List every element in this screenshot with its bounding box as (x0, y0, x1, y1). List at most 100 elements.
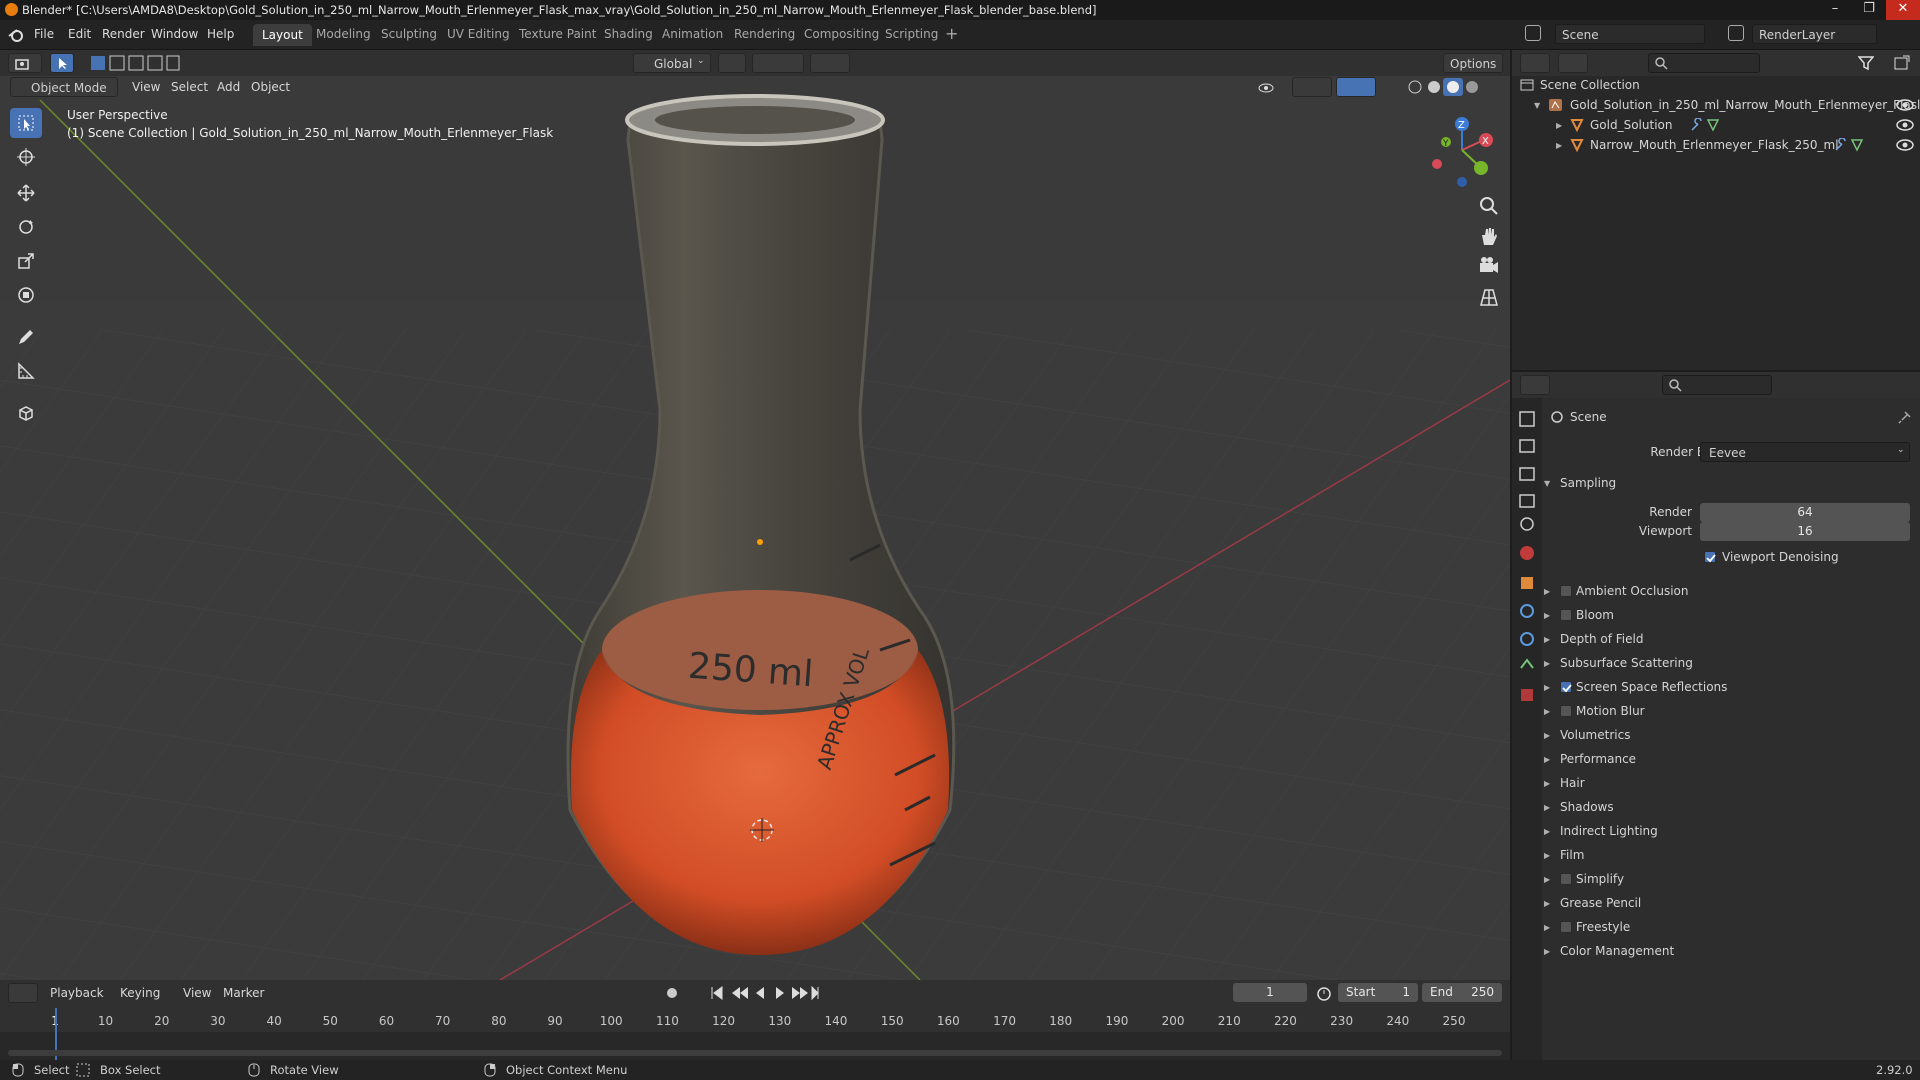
tab-scripting[interactable]: Scripting (885, 27, 938, 41)
timeline-scrollbar[interactable] (8, 1050, 1502, 1056)
panel-enable-checkbox[interactable] (1560, 609, 1572, 621)
viewport-menu-view[interactable]: View (132, 80, 160, 94)
scene-selector-icon[interactable] (1525, 25, 1541, 41)
select-tool-button[interactable] (50, 53, 74, 73)
panel-screen-space-reflections[interactable]: ▶ Screen Space Reflections (1544, 680, 1727, 694)
panel-enable-checkbox[interactable] (1560, 921, 1572, 933)
expand-triangle-icon[interactable]: ▶ (1556, 141, 1562, 150)
panel-motion-blur[interactable]: ▶ Motion Blur (1544, 704, 1645, 718)
tool-move[interactable] (10, 178, 42, 208)
options-dropdown[interactable]: Options (1443, 53, 1503, 73)
transform-orientation-dropdown[interactable]: Global ⌄ (633, 53, 711, 73)
panel-freestyle[interactable]: ▶ Freestyle (1544, 920, 1630, 934)
tool-add-cube[interactable] (10, 398, 42, 428)
tab-sculpting[interactable]: Sculpting (381, 27, 437, 41)
tab-modeling[interactable]: Modeling (316, 27, 371, 41)
tool-select-box[interactable] (10, 108, 42, 138)
tool-measure[interactable] (10, 356, 42, 386)
timeline-menu-marker[interactable]: Marker (223, 986, 264, 1000)
maximize-button[interactable]: ❐ (1852, 0, 1886, 20)
timeline-menu-playback[interactable]: Playback (50, 986, 104, 1000)
outliner-scene-collection[interactable]: Scene Collection (1520, 78, 1640, 92)
frame-ruler[interactable]: 1102030405060708090100110120130140150160… (0, 1006, 1510, 1032)
panel-film[interactable]: ▶ Film (1544, 848, 1584, 862)
new-collection-icon[interactable] (1894, 55, 1910, 71)
filter-icon[interactable] (1858, 55, 1874, 71)
gizmo-toggle[interactable] (1292, 77, 1332, 97)
timeline-menu-view[interactable]: View (183, 986, 211, 1000)
camera-view-icon[interactable] (1478, 255, 1500, 277)
minimize-button[interactable]: – (1818, 0, 1852, 20)
tab-texture-paint[interactable]: Texture Paint (519, 27, 596, 41)
navigation-gizmo[interactable]: Z X Y (1420, 112, 1510, 192)
perspective-toggle-icon[interactable] (1478, 286, 1500, 308)
visibility-eye-icon[interactable] (1896, 118, 1914, 132)
panel-enable-checkbox[interactable] (1560, 705, 1572, 717)
stopwatch-icon[interactable] (1316, 986, 1332, 1002)
scene-field[interactable]: Scene (1555, 24, 1705, 44)
panel-ambient-occlusion[interactable]: ▶ Ambient Occlusion (1544, 584, 1688, 598)
menu-render[interactable]: Render (102, 27, 145, 41)
tool-rotate[interactable] (10, 212, 42, 242)
outliner-editor-type[interactable] (1520, 53, 1550, 73)
menu-window[interactable]: Window (151, 27, 198, 41)
viewport-menu-object[interactable]: Object (251, 80, 290, 94)
tool-annotate[interactable] (10, 322, 42, 352)
outliner-display-mode[interactable] (1558, 53, 1588, 73)
expand-triangle-icon[interactable]: ▶ (1556, 121, 1562, 130)
current-frame-field[interactable]: 1 (1233, 983, 1307, 1002)
3d-viewport[interactable]: 250 ml APPROX VOL User Perspective (1) S… (0, 50, 1510, 980)
tool-transform[interactable] (10, 280, 42, 310)
close-button[interactable]: ✕ (1886, 0, 1920, 20)
tab-compositing[interactable]: Compositing (804, 27, 879, 41)
playback-controls[interactable] (710, 986, 820, 1000)
select-mode-buttons[interactable] (90, 54, 180, 72)
tool-scale[interactable] (10, 246, 42, 276)
pivot-point-button[interactable] (718, 53, 746, 73)
menu-help[interactable]: Help (207, 27, 234, 41)
snap-button[interactable] (752, 53, 804, 73)
panel-enable-checkbox[interactable] (1560, 585, 1572, 597)
editor-type-button[interactable] (8, 53, 42, 73)
panel-subsurface-scattering[interactable]: ▶ Subsurface Scattering (1544, 656, 1693, 670)
tab-rendering[interactable]: Rendering (734, 27, 795, 41)
expand-triangle-icon[interactable]: ▼ (1534, 101, 1540, 110)
visibility-eye-icon[interactable] (1896, 98, 1914, 112)
proportional-editing-button[interactable] (810, 53, 850, 73)
outliner-search-input[interactable] (1648, 53, 1760, 73)
outliner-object-flask[interactable]: ▶ Narrow_Mouth_Erlenmeyer_Flask_250_ml (1556, 138, 1839, 152)
add-workspace-button[interactable]: + (945, 24, 958, 43)
panel-performance[interactable]: ▶ Performance (1544, 752, 1636, 766)
overlay-toggle[interactable] (1336, 77, 1376, 97)
renderlayer-selector-icon[interactable] (1728, 25, 1744, 41)
panel-enable-checkbox[interactable] (1560, 681, 1572, 693)
viewport-menu-add[interactable]: Add (217, 80, 240, 94)
panel-shadows[interactable]: ▶ Shadows (1544, 800, 1614, 814)
tab-animation[interactable]: Animation (662, 27, 723, 41)
visibility-eye-icon[interactable] (1896, 138, 1914, 152)
timeline-area[interactable]: 1102030405060708090100110120130140150160… (0, 1006, 1510, 1060)
record-icon[interactable] (665, 986, 681, 1000)
panel-indirect-lighting[interactable]: ▶ Indirect Lighting (1544, 824, 1658, 838)
pan-hand-icon[interactable] (1478, 225, 1500, 247)
timeline-editor-type[interactable] (8, 983, 38, 1003)
menu-file[interactable]: File (34, 27, 54, 41)
panel-depth-of-field[interactable]: ▶ Depth of Field (1544, 632, 1643, 646)
viewport-menu-select[interactable]: Select (171, 80, 208, 94)
outliner-object-gold-solution[interactable]: ▶ Gold_Solution (1556, 118, 1672, 132)
panel-hair[interactable]: ▶ Hair (1544, 776, 1585, 790)
panel-grease-pencil[interactable]: ▶ Grease Pencil (1544, 896, 1641, 910)
panel-color-management[interactable]: ▶ Color Management (1544, 944, 1674, 958)
timeline-menu-keying[interactable]: Keying (120, 986, 160, 1000)
panel-bloom[interactable]: ▶ Bloom (1544, 608, 1614, 622)
panel-enable-checkbox[interactable] (1560, 873, 1572, 885)
tab-shading[interactable]: Shading (604, 27, 653, 41)
menu-edit[interactable]: Edit (68, 27, 91, 41)
blender-menu-icon[interactable] (8, 27, 24, 43)
panel-simplify[interactable]: ▶ Simplify (1544, 872, 1624, 886)
modifier-wrench-icon[interactable] (1834, 138, 1864, 152)
renderlayer-field[interactable]: RenderLayer (1752, 24, 1877, 44)
shading-mode-buttons[interactable] (1406, 78, 1496, 96)
outliner-collection-row[interactable]: ▼ Gold_Solution_in_250_ml_Narrow_Mouth_E… (1534, 98, 1920, 112)
panel-volumetrics[interactable]: ▶ Volumetrics (1544, 728, 1630, 742)
